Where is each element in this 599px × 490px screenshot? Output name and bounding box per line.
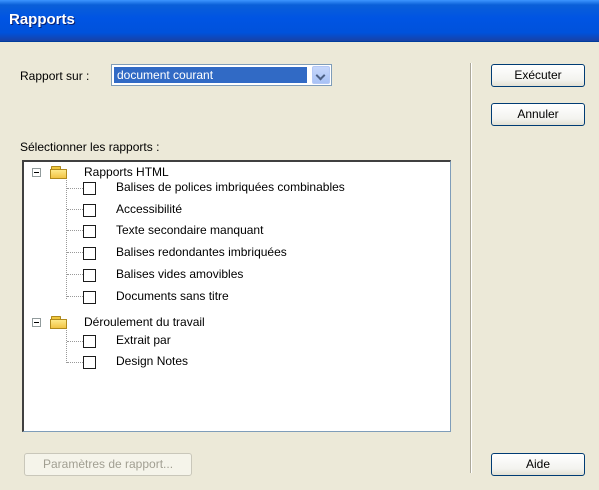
run-button[interactable]: Exécuter (491, 64, 585, 87)
report-item-label[interactable]: Documents sans titre (116, 289, 229, 303)
report-checkbox[interactable] (83, 269, 96, 282)
report-item-label[interactable]: Balises redondantes imbriquées (116, 245, 287, 259)
report-item-label[interactable]: Design Notes (116, 354, 188, 368)
report-checkbox[interactable] (83, 247, 96, 260)
report-item-label[interactable]: Accessibilité (116, 202, 182, 216)
report-item-label[interactable]: Texte secondaire manquant (116, 223, 263, 237)
report-settings-button[interactable]: Paramètres de rapport... (24, 453, 192, 476)
report-on-label: Rapport sur : (20, 69, 90, 83)
report-item-label[interactable]: Balises vides amovibles (116, 267, 243, 281)
report-checkbox[interactable] (83, 182, 96, 195)
report-on-selected: document courant (114, 67, 307, 83)
report-checkbox[interactable] (83, 356, 96, 369)
report-on-dropdown[interactable]: document courant (111, 64, 332, 86)
cancel-button[interactable]: Annuler (491, 103, 585, 126)
tree-group-label[interactable]: Rapports HTML (84, 165, 169, 179)
report-item-label[interactable]: Extrait par (116, 333, 171, 347)
report-checkbox[interactable] (83, 335, 96, 348)
collapse-icon[interactable] (32, 318, 41, 327)
window-title: Rapports (9, 11, 75, 28)
report-checkbox[interactable] (83, 204, 96, 217)
report-item-label[interactable]: Balises de polices imbriquées combinable… (116, 180, 345, 194)
vertical-separator (470, 63, 472, 473)
chevron-down-icon[interactable] (312, 66, 330, 84)
report-checkbox[interactable] (83, 225, 96, 238)
select-reports-label: Sélectionner les rapports : (20, 140, 160, 154)
title-bar: Rapports (0, 0, 599, 42)
collapse-icon[interactable] (32, 168, 41, 177)
folder-icon (50, 166, 68, 180)
help-button[interactable]: Aide (491, 453, 585, 476)
reports-tree[interactable]: Rapports HTML Balises de polices imbriqu… (22, 160, 451, 432)
report-checkbox[interactable] (83, 291, 96, 304)
folder-icon (50, 316, 68, 330)
tree-group-label[interactable]: Déroulement du travail (84, 315, 205, 329)
